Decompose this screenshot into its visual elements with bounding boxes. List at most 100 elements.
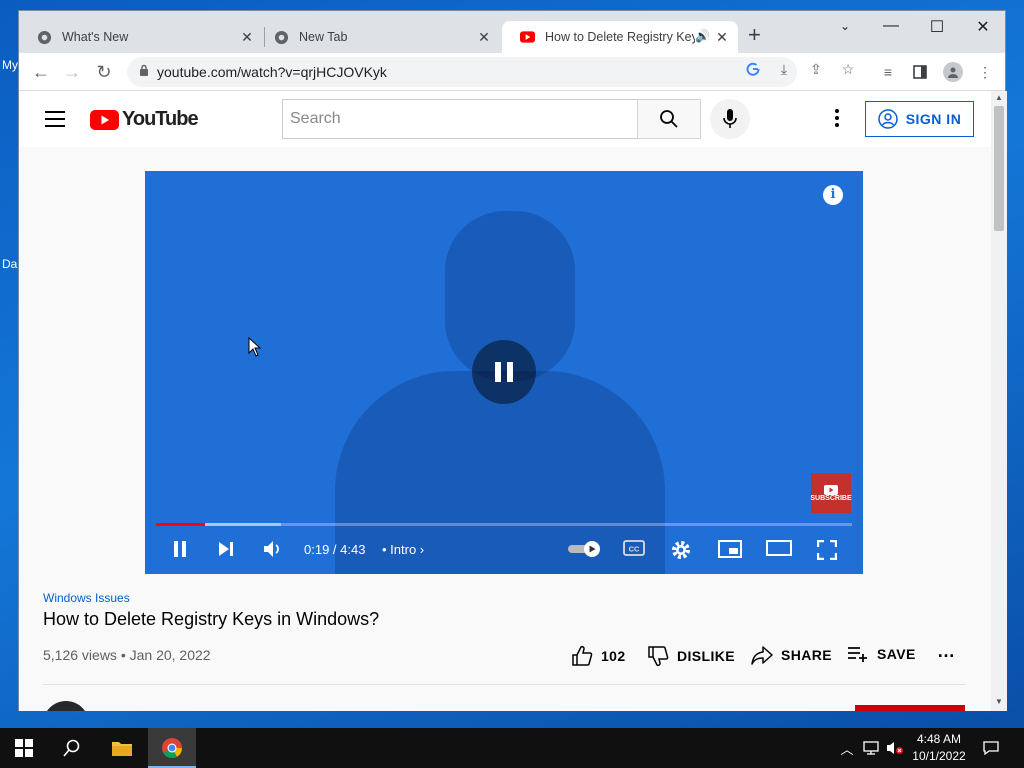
close-window-icon[interactable]: ✕ — [973, 17, 993, 37]
progress-bar[interactable] — [156, 523, 852, 526]
tab-whats-new[interactable]: What's New ✕ — [19, 21, 263, 53]
tab-strip: What's New ✕ New Tab ✕ How to Delete Reg… — [19, 11, 1005, 53]
forward-arrow-icon[interactable]: → — [62, 62, 82, 82]
chapter-label[interactable]: • Intro › — [382, 542, 424, 557]
like-count: 102 — [601, 648, 626, 664]
tab-title: What's New — [62, 30, 129, 44]
hashtag-link[interactable]: Windows Issues — [43, 591, 966, 605]
volume-icon[interactable] — [263, 540, 283, 558]
address-bar[interactable]: youtube.com/watch?v=qrjHCJOVKyk — [127, 57, 797, 87]
side-panel-icon[interactable] — [911, 63, 929, 81]
video-metadata: Windows Issues How to Delete Registry Ke… — [43, 591, 966, 685]
maximize-icon[interactable]: ☐ — [927, 17, 947, 37]
share-button[interactable]: SHARE — [751, 645, 832, 665]
close-tab-icon[interactable]: ✕ — [239, 29, 255, 46]
windows-start-icon[interactable] — [12, 736, 36, 760]
subscribe-button[interactable] — [855, 705, 965, 711]
subscribe-watermark[interactable]: SUBSCRIBE — [810, 473, 852, 513]
show-hidden-icons-chevron-icon[interactable]: ︿ — [838, 739, 856, 757]
scroll-up-icon[interactable]: ▲ — [995, 93, 1003, 102]
close-tab-icon[interactable]: ✕ — [476, 29, 492, 46]
notifications-icon[interactable] — [982, 739, 1000, 757]
center-pause-button[interactable] — [472, 340, 536, 404]
search-button[interactable] — [637, 99, 701, 139]
youtube-logo-icon — [90, 109, 119, 130]
like-button[interactable]: 102 — [571, 645, 626, 667]
browser-window: What's New ✕ New Tab ✕ How to Delete Reg… — [18, 10, 1007, 711]
back-arrow-icon[interactable]: ← — [31, 62, 51, 82]
browser-toolbar: ← → ↻ youtube.com/watch?v=qrjHCJOVKyk ⤓ … — [19, 53, 1005, 91]
captions-icon[interactable]: CC — [623, 540, 645, 556]
youtube-header: YouTube Search SIGN IN — [19, 91, 991, 147]
video-title: How to Delete Registry Keys in Windows? — [43, 609, 380, 629]
youtube-logo[interactable]: YouTube — [90, 108, 199, 131]
desktop-icon-label[interactable]: Da — [2, 257, 17, 271]
chrome-icon[interactable] — [160, 736, 184, 760]
settings-gear-icon[interactable] — [671, 540, 691, 560]
network-icon[interactable] — [862, 739, 880, 757]
svg-text:CC: CC — [629, 545, 640, 554]
close-tab-icon[interactable]: ✕ — [714, 29, 730, 46]
minimize-icon[interactable]: — — [881, 17, 901, 35]
desktop-icon-label[interactable]: My — [2, 58, 18, 72]
windows-taskbar: ︿ 4:48 AM 10/1/2022 — [0, 728, 1024, 768]
next-video-icon[interactable] — [217, 540, 235, 558]
google-icon[interactable] — [744, 60, 762, 78]
url-text[interactable]: youtube.com/watch?v=qrjHCJOVKyk — [157, 64, 387, 80]
fullscreen-icon[interactable] — [817, 540, 837, 560]
tab-search-chevron-icon[interactable]: ⌄ — [835, 19, 855, 33]
hamburger-menu-icon[interactable] — [45, 111, 65, 132]
lock-icon[interactable] — [139, 63, 149, 81]
sign-in-label: SIGN IN — [905, 111, 962, 127]
file-explorer-icon[interactable] — [110, 736, 134, 760]
share-icon[interactable]: ⇪ — [807, 60, 825, 78]
settings-kebab-icon[interactable] — [835, 109, 839, 130]
tab-youtube-video[interactable]: How to Delete Registry Keys 🔊 ✕ — [502, 21, 738, 53]
tab-new-tab[interactable]: New Tab ✕ — [256, 21, 500, 53]
dislike-button[interactable]: DISLIKE — [647, 645, 735, 667]
account-icon — [877, 109, 898, 129]
new-tab-plus-icon[interactable]: + — [748, 24, 761, 46]
youtube-logo-text: YouTube — [122, 108, 199, 130]
time-display: 0:19 / 4:43 — [304, 542, 366, 557]
youtube-play-icon — [824, 484, 838, 495]
share-arrow-icon — [751, 646, 773, 665]
audio-playing-icon[interactable]: 🔊 — [695, 29, 710, 43]
chapter-title: • Intro — [382, 542, 417, 557]
scroll-thumb[interactable] — [994, 106, 1004, 231]
miniplayer-icon[interactable] — [718, 540, 742, 558]
thumbs-down-icon — [648, 646, 669, 667]
clock-date: 10/1/2022 — [912, 749, 966, 763]
browser-menu-icon[interactable]: ⋮ — [976, 63, 994, 81]
clock-time: 4:48 AM — [916, 732, 962, 746]
media-controls-icon[interactable]: ≡ — [879, 63, 897, 81]
page-scrollbar[interactable]: ▲ ▼ — [991, 91, 1007, 711]
info-icon[interactable]: i — [823, 185, 843, 205]
reload-icon[interactable]: ↻ — [94, 62, 114, 82]
chrome-icon — [37, 30, 52, 45]
channel-avatar[interactable] — [43, 701, 89, 711]
microphone-icon — [723, 109, 737, 128]
voice-search-button[interactable] — [710, 99, 750, 139]
search-icon[interactable] — [60, 736, 84, 760]
share-label: SHARE — [781, 647, 833, 663]
bookmark-star-icon[interactable]: ☆ — [839, 60, 857, 78]
more-actions-icon[interactable]: … — [937, 641, 955, 662]
system-clock[interactable]: 4:48 AM 10/1/2022 — [908, 731, 970, 765]
add-to-playlist-icon — [848, 647, 867, 662]
profile-avatar-icon[interactable] — [943, 62, 963, 82]
theater-mode-icon[interactable] — [766, 540, 792, 556]
search-input[interactable]: Search — [282, 99, 638, 139]
sign-in-button[interactable]: SIGN IN — [865, 101, 974, 137]
volume-muted-icon[interactable] — [886, 739, 904, 757]
scroll-down-icon[interactable]: ▼ — [995, 697, 1003, 706]
divider — [43, 684, 966, 685]
tab-title: How to Delete Registry Keys — [545, 30, 695, 44]
player-controls: 0:19 / 4:43 • Intro › CC — [145, 536, 863, 566]
autoplay-toggle[interactable] — [567, 540, 603, 558]
video-player[interactable]: i SUBSCRIBE 0:19 / 4:43 • Intro › CC — [145, 171, 863, 574]
pause-icon[interactable] — [171, 540, 189, 558]
save-button[interactable]: SAVE — [847, 645, 916, 663]
views-and-date: 5,126 views • Jan 20, 2022 — [43, 647, 211, 663]
install-app-icon[interactable]: ⤓ — [775, 60, 793, 78]
